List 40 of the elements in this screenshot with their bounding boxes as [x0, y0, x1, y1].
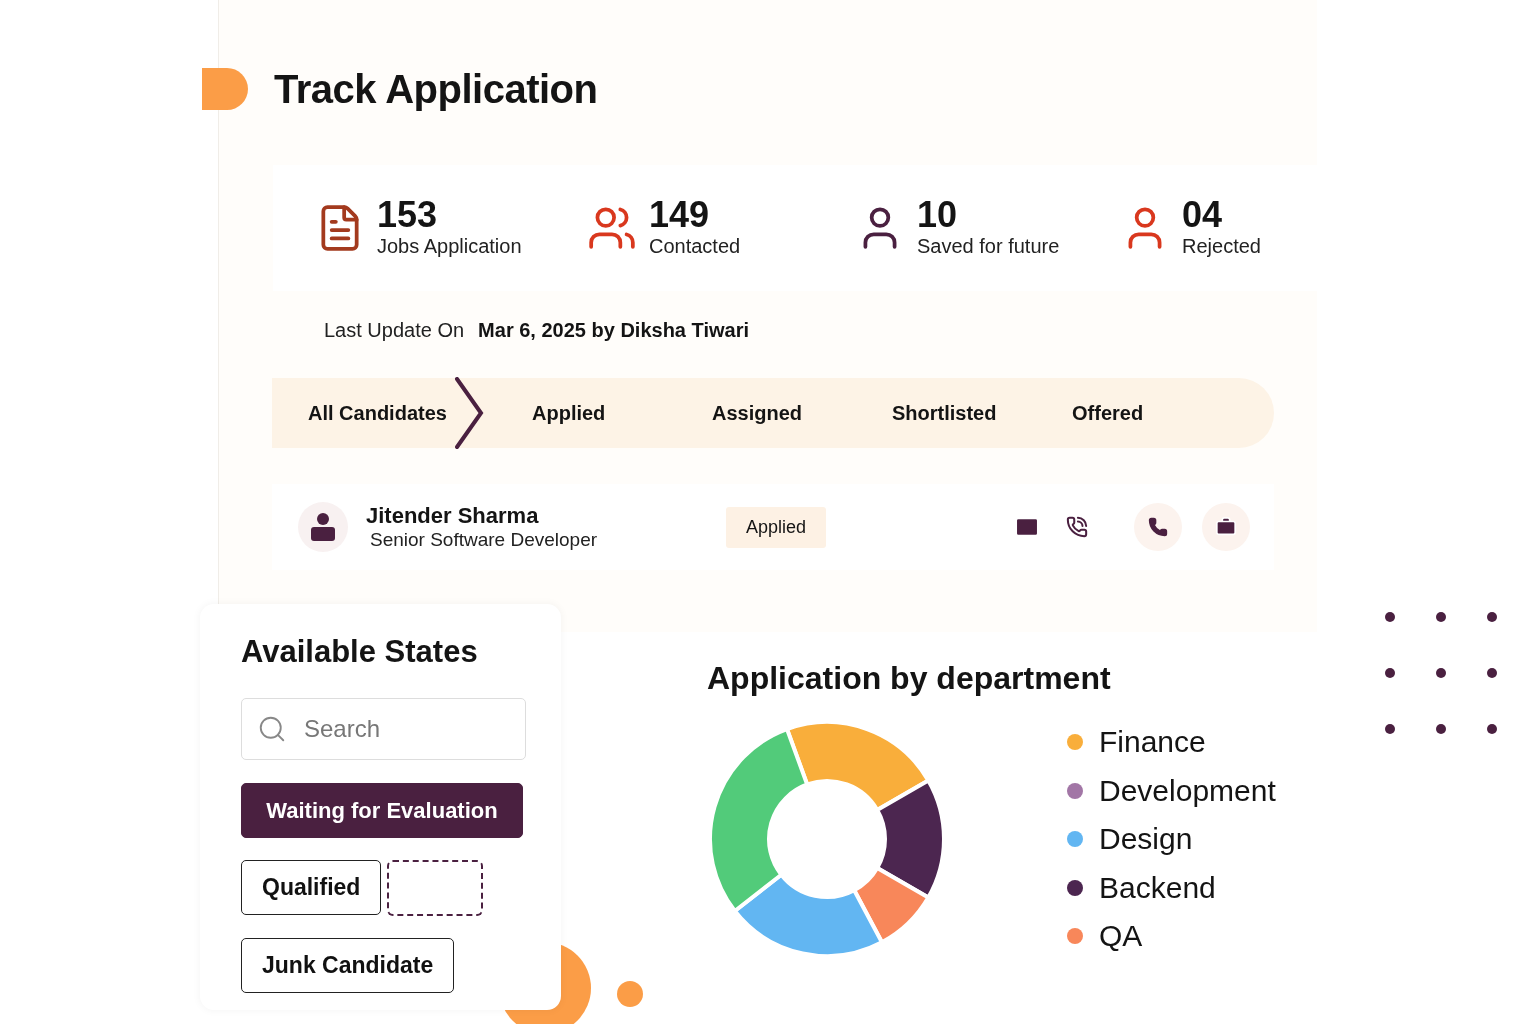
candidate-name: Jitender Sharma — [366, 503, 540, 529]
legend-label: Backend — [1099, 870, 1216, 905]
stat-value: 04 — [1182, 197, 1224, 233]
briefcase-button[interactable] — [1202, 503, 1250, 551]
stage-tab[interactable]: Applied — [532, 378, 712, 448]
stat-label: Jobs Application — [377, 234, 522, 259]
phone-call-icon[interactable] — [1066, 516, 1088, 538]
legend-label: Finance — [1099, 725, 1206, 760]
search-icon — [257, 714, 287, 744]
stat-label: Contacted — [649, 234, 741, 259]
phone-button[interactable] — [1134, 503, 1182, 551]
chevron-icon — [452, 377, 485, 449]
stage-tab[interactable]: All Candidates — [308, 378, 532, 448]
stat-value: 153 — [377, 197, 439, 233]
search-field[interactable]: Search — [241, 698, 526, 760]
person-icon — [310, 512, 336, 542]
state-chip[interactable]: Qualified — [241, 860, 382, 915]
phone-icon — [1148, 517, 1168, 537]
stat-value: 149 — [649, 197, 711, 233]
legend-label: Development — [1099, 773, 1276, 808]
stat-value: 10 — [917, 197, 959, 233]
last-update-value: Mar 6, 2025 by Diksha Tiwari — [478, 319, 749, 342]
candidate-row[interactable]: Jitender Sharma Senior Software Developer Applied — [272, 484, 1274, 570]
card-title: Available States — [241, 634, 479, 670]
state-chip[interactable]: Waiting for Evaluation — [241, 783, 523, 838]
legend-label: QA — [1099, 919, 1143, 954]
chart-title: Application by department — [707, 660, 1112, 697]
state-chip[interactable]: Junk Candidate — [241, 938, 455, 993]
stage-tab[interactable]: Shortlisted — [892, 378, 1072, 448]
accent-shape — [202, 68, 248, 110]
page-title: Track Application — [274, 66, 598, 112]
stage-tab[interactable]: Assigned — [712, 378, 892, 448]
stat-label: Saved for future — [917, 234, 1060, 259]
stage-tab[interactable]: Offered — [1072, 378, 1252, 448]
last-update-label: Last Update On — [324, 319, 465, 342]
stat-label: Rejected — [1182, 234, 1261, 259]
legend-label: Design — [1099, 822, 1193, 857]
briefcase-icon — [1215, 516, 1237, 538]
candidate-role: Senior Software Developer — [370, 529, 599, 551]
status-badge: Applied — [726, 506, 827, 548]
